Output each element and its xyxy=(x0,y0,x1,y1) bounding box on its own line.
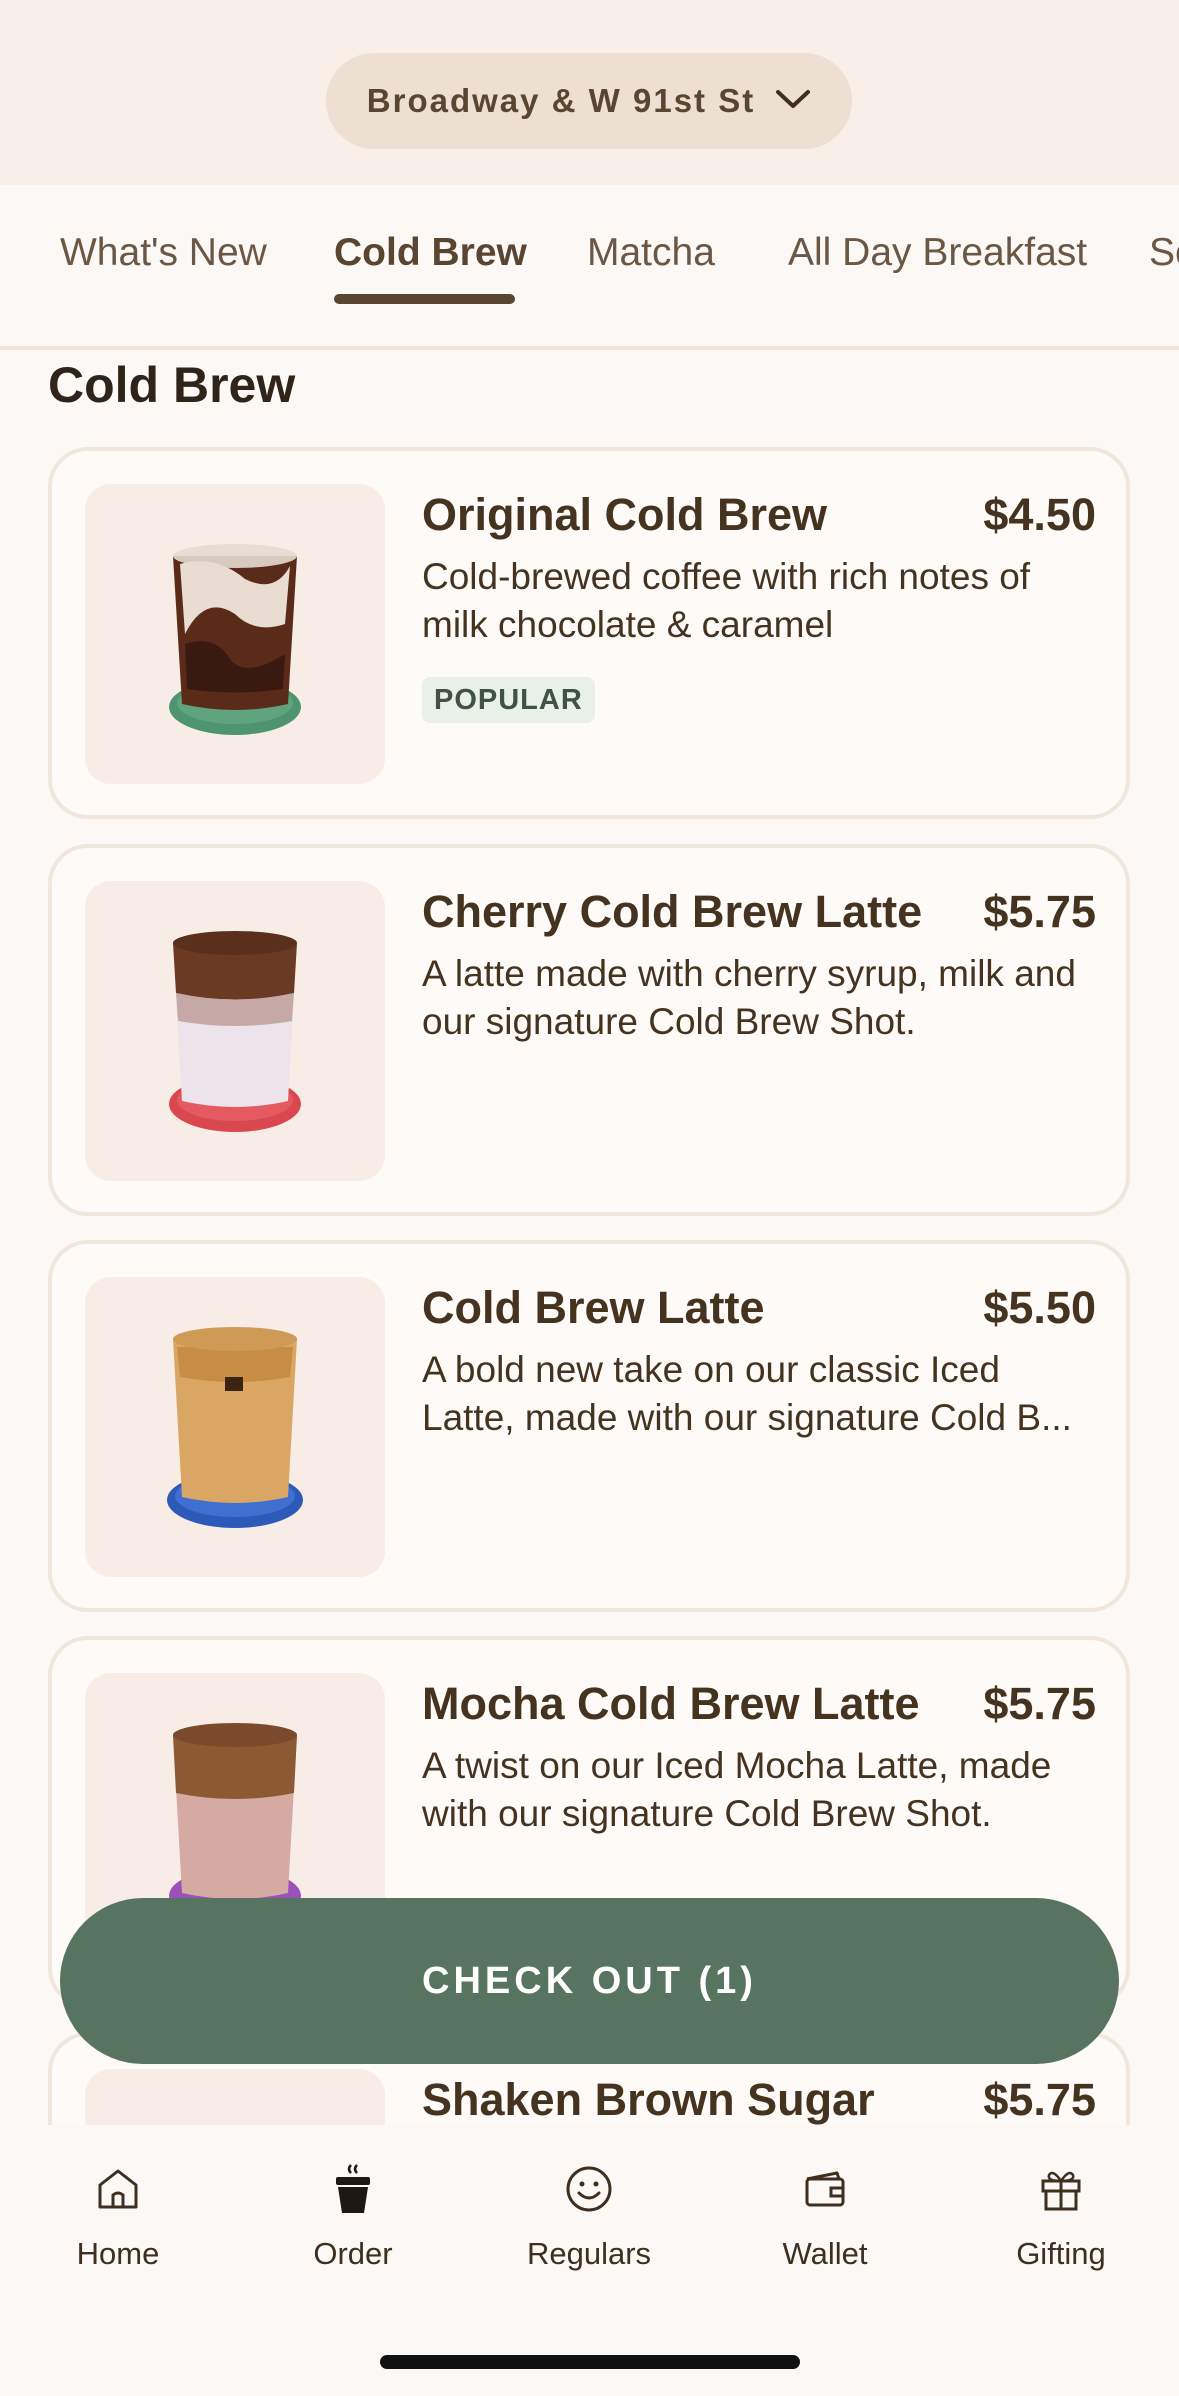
cup-icon xyxy=(327,2163,379,2220)
location-selector[interactable]: Broadway & W 91st St xyxy=(326,53,852,149)
item-name: Original Cold Brew xyxy=(422,489,828,540)
nav-gifting[interactable]: Gifting xyxy=(961,2163,1161,2272)
menu-item-card[interactable]: Original Cold Brew $4.50 Cold-brewed cof… xyxy=(48,447,1130,819)
wallet-icon xyxy=(799,2163,851,2220)
tab-matcha[interactable]: Matcha xyxy=(587,231,715,275)
tab-all-day-breakfast[interactable]: All Day Breakfast xyxy=(788,231,1087,275)
smiley-icon xyxy=(563,2163,615,2220)
gift-icon xyxy=(1035,2163,1087,2220)
item-price: $5.75 xyxy=(983,2074,1096,2125)
section-title: Cold Brew xyxy=(48,357,296,413)
location-label: Broadway & W 91st St xyxy=(366,82,756,119)
drink-image xyxy=(85,484,385,784)
item-description: A latte made with cherry syrup, milk and… xyxy=(422,953,1076,1042)
chevron-down-icon xyxy=(775,88,811,115)
item-name: Cherry Cold Brew Latte xyxy=(422,886,923,937)
item-description: A twist on our Iced Mocha Latte, made wi… xyxy=(422,1745,1052,1834)
category-tabs: What's New Cold Brew Matcha All Day Brea… xyxy=(0,185,1179,350)
menu-item-card[interactable]: Cherry Cold Brew Latte $5.75 A latte mad… xyxy=(48,844,1130,1216)
home-icon xyxy=(92,2163,144,2220)
tab-overflow[interactable]: Se xyxy=(1149,231,1179,275)
item-description: A bold new take on our classic Iced Latt… xyxy=(422,1349,1072,1438)
tab-cold-brew[interactable]: Cold Brew xyxy=(334,231,527,275)
drink-image xyxy=(85,1277,385,1577)
item-name: Mocha Cold Brew Latte xyxy=(422,1678,920,1729)
checkout-button[interactable]: CHECK OUT (1) xyxy=(60,1898,1119,2064)
popular-badge: POPULAR xyxy=(422,677,595,723)
top-bar: Broadway & W 91st St xyxy=(0,0,1179,185)
nav-order[interactable]: Order xyxy=(253,2163,453,2272)
item-price: $5.75 xyxy=(983,886,1096,937)
item-description: Cold-brewed coffee with rich notes of mi… xyxy=(422,556,1031,645)
nav-label: Gifting xyxy=(1016,2236,1106,2271)
item-price: $5.50 xyxy=(983,1282,1096,1333)
item-name: Shaken Brown Sugar xyxy=(422,2074,875,2125)
item-price: $5.75 xyxy=(983,1678,1096,1729)
nav-wallet[interactable]: Wallet xyxy=(725,2163,925,2272)
nav-label: Home xyxy=(76,2236,160,2271)
nav-label: Regulars xyxy=(526,2236,652,2271)
active-tab-indicator xyxy=(334,294,515,304)
item-price: $4.50 xyxy=(983,489,1096,540)
nav-label: Wallet xyxy=(782,2236,868,2271)
nav-label: Order xyxy=(313,2236,393,2271)
nav-regulars[interactable]: Regulars xyxy=(489,2163,689,2272)
nav-home[interactable]: Home xyxy=(18,2163,218,2272)
menu-item-card[interactable]: Cold Brew Latte $5.50 A bold new take on… xyxy=(48,1240,1130,1612)
home-indicator xyxy=(380,2355,800,2369)
drink-image xyxy=(85,881,385,1181)
item-name: Cold Brew Latte xyxy=(422,1282,765,1333)
tab-whats-new[interactable]: What's New xyxy=(60,231,267,275)
